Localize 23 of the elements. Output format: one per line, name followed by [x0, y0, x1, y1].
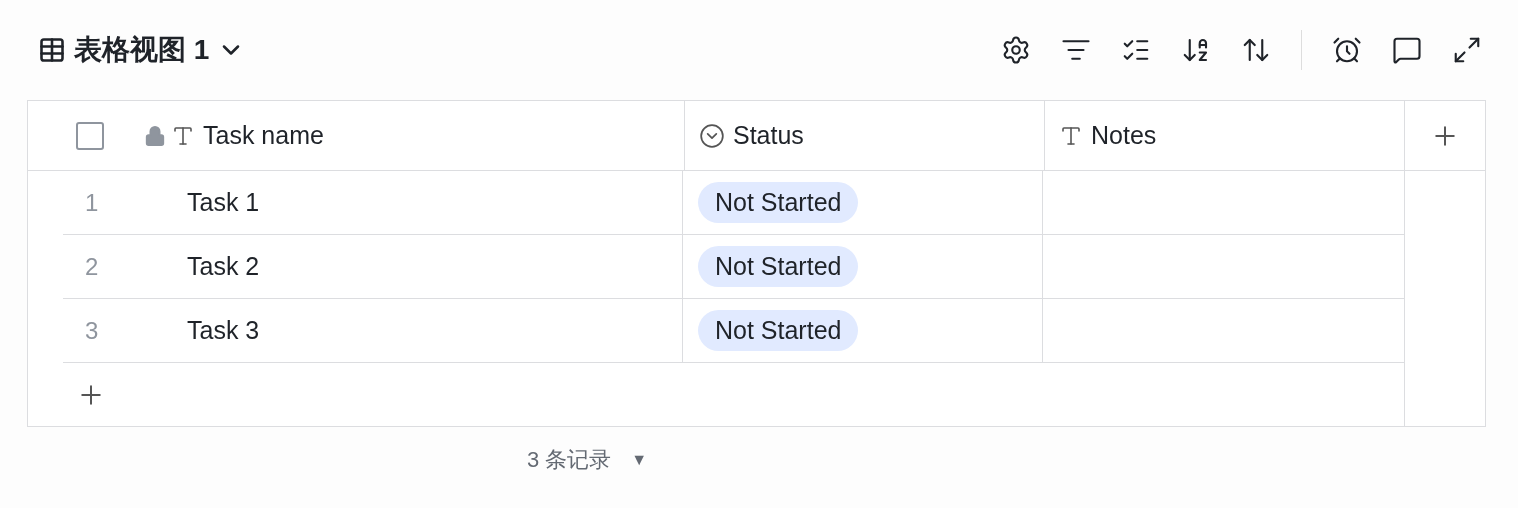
status-tag: Not Started — [698, 309, 859, 352]
table-cell-text: Task 3 — [187, 314, 260, 346]
table-cell-text: Task 2 — [187, 250, 260, 282]
column-header[interactable]: Task name — [171, 101, 684, 170]
settings-icon[interactable] — [1001, 35, 1031, 65]
lock-icon — [144, 124, 166, 147]
table-icon — [38, 36, 66, 64]
expand-icon[interactable] — [1452, 35, 1482, 65]
dropdown-field-icon — [699, 122, 725, 149]
row-number: 1 — [85, 187, 99, 218]
table-cell-text: Task 1 — [187, 186, 260, 218]
column-header[interactable]: Notes — [1044, 101, 1404, 170]
comment-icon[interactable] — [1392, 35, 1422, 65]
dropdown-caret[interactable]: ▼ — [631, 447, 648, 472]
row-number: 3 — [85, 315, 99, 346]
select-all-checkbox[interactable] — [76, 121, 104, 150]
status-tag: Not Started — [698, 245, 859, 288]
view-title[interactable]: 表格视图 1 — [74, 29, 210, 71]
alarm-clock-icon[interactable] — [1332, 35, 1362, 65]
column-header[interactable]: Status — [684, 101, 1044, 170]
status-tag: Not Started — [698, 181, 859, 224]
record-count: 3 条记录 — [527, 446, 612, 474]
row-number: 2 — [85, 251, 99, 282]
